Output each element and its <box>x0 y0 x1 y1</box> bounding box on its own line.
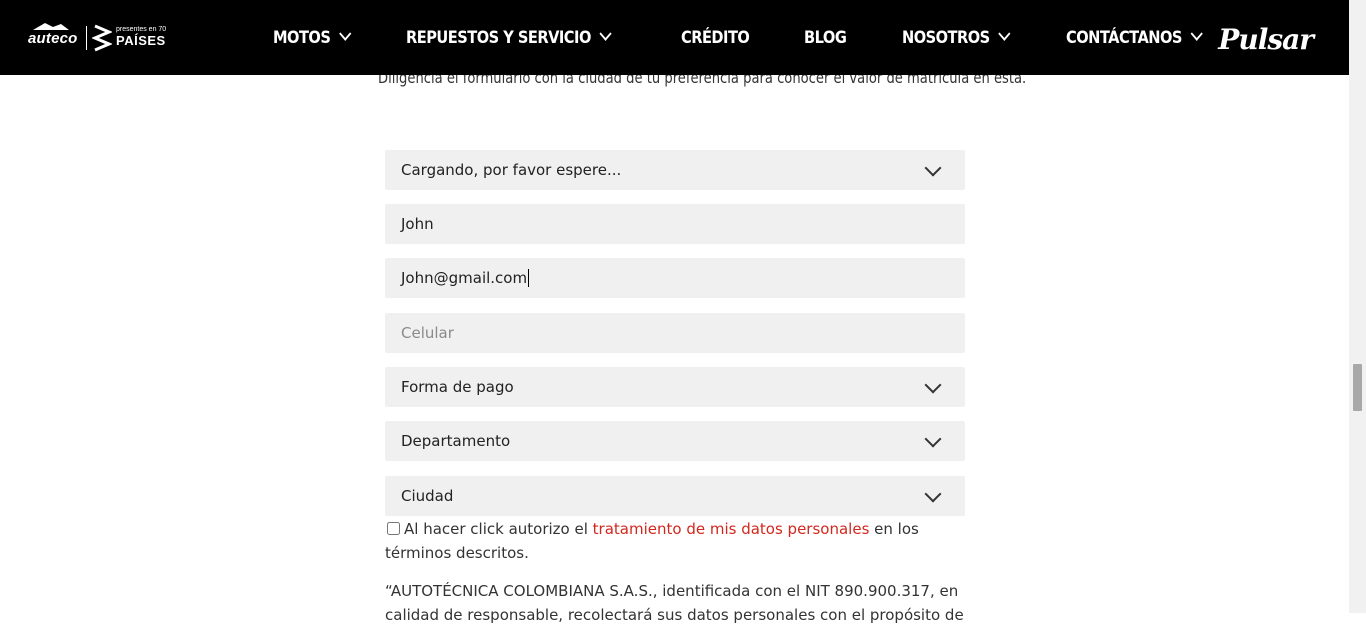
nav-repuestos-label: REPUESTOS Y SERVICIO <box>405 27 591 48</box>
page-scrollbar[interactable] <box>1349 0 1366 613</box>
nav-repuestos[interactable]: REPUESTOS Y SERVICIO <box>405 26 612 48</box>
consent-block: Al hacer click autorizo el tratamiento d… <box>385 517 975 565</box>
bajaj-logo-icon <box>92 24 112 52</box>
nav-contactanos-label: CONTÁCTANOS <box>1066 27 1183 48</box>
name-input-value: John <box>401 215 434 233</box>
nav-blog-label: BLOG <box>804 27 847 48</box>
chevron-down-icon <box>924 376 942 394</box>
model-select-value: Cargando, por favor espere... <box>401 161 622 179</box>
logo-divider <box>86 26 87 50</box>
legal-notice: “AUTOTÉCNICA COLOMBIANA S.A.S., identifi… <box>385 582 964 624</box>
auteco-logo[interactable]: auteco <box>28 23 78 47</box>
chevron-down-icon <box>338 26 352 41</box>
main-nav: MOTOS REPUESTOS Y SERVICIO CRÉDITO BLOG … <box>273 0 1223 75</box>
70-paises-badge: presentes en 70 PAÍSES <box>116 26 166 47</box>
pulsar-logo[interactable]: Pulsar <box>1218 23 1314 56</box>
privacy-policy-link[interactable]: tratamiento de mis datos personales <box>593 520 870 538</box>
chevron-down-icon <box>924 159 942 177</box>
phone-input-placeholder: Celular <box>401 324 454 342</box>
auteco-logo-text: auteco <box>28 30 78 47</box>
chevron-down-icon <box>998 26 1011 41</box>
auteco-swoosh-icon <box>33 23 69 30</box>
consent-checkbox[interactable] <box>387 522 400 535</box>
email-input-value: John@gmail.com <box>401 269 528 287</box>
city-select[interactable]: Ciudad <box>385 476 965 516</box>
nav-motos[interactable]: MOTOS <box>273 26 352 48</box>
nav-credito[interactable]: CRÉDITO <box>680 27 750 48</box>
phone-input[interactable]: Celular <box>385 313 965 353</box>
scrollbar-thumb[interactable] <box>1353 364 1362 411</box>
payment-method-select[interactable]: Forma de pago <box>385 367 965 407</box>
text-cursor <box>528 269 530 287</box>
department-value: Departamento <box>401 432 511 450</box>
chevron-down-icon <box>924 485 942 503</box>
nav-credito-label: CRÉDITO <box>680 27 750 48</box>
city-value: Ciudad <box>401 487 454 505</box>
top-navigation-bar: auteco presentes en 70 PAÍSES MOTOS REPU… <box>0 0 1349 75</box>
nav-contactanos[interactable]: CONTÁCTANOS <box>1066 26 1203 48</box>
payment-method-value: Forma de pago <box>401 378 514 396</box>
name-input[interactable]: John <box>385 204 965 244</box>
model-select[interactable]: Cargando, por favor espere... <box>385 150 965 190</box>
chevron-down-icon <box>924 430 942 448</box>
chevron-down-icon <box>599 26 612 41</box>
nav-blog[interactable]: BLOG <box>804 27 847 48</box>
email-input[interactable]: John@gmail.com <box>385 258 965 298</box>
70-paises-big: PAÍSES <box>116 33 166 48</box>
department-select[interactable]: Departamento <box>385 421 965 461</box>
chevron-down-icon <box>1190 26 1203 41</box>
nav-nosotros-label: NOSOTROS <box>902 27 990 48</box>
consent-text-before: Al hacer click autorizo el <box>404 520 593 538</box>
nav-nosotros[interactable]: NOSOTROS <box>902 26 1011 48</box>
nav-motos-label: MOTOS <box>273 27 331 48</box>
